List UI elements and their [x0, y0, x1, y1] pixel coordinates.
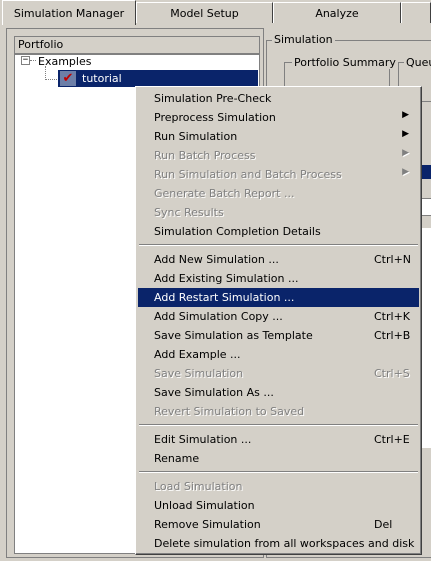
menu-item-shortcut: Ctrl+K: [374, 310, 411, 323]
menu-item-sync-results[interactable]: Sync Results: [138, 203, 419, 222]
submenu-arrow-icon: ▶: [402, 129, 409, 139]
menu-item-label: Run Simulation: [154, 130, 238, 143]
menu-item-label: Preprocess Simulation: [154, 111, 276, 124]
menu-item-run-batch-process[interactable]: Run Batch Process ▶: [138, 146, 419, 165]
menu-item-label: Delete simulation from all workspaces an…: [154, 537, 415, 550]
menu-item-label: Save Simulation: [154, 367, 244, 380]
tab-simulation-manager[interactable]: Simulation Manager: [2, 0, 136, 25]
menu-item-shortcut: Ctrl+S: [374, 367, 410, 380]
menu-item-simulation-completion-details[interactable]: Simulation Completion Details: [138, 222, 419, 241]
submenu-arrow-icon: ▶: [402, 110, 409, 120]
menu-item-label: Simulation Pre-Check: [154, 92, 272, 105]
menu-item-shortcut: Ctrl+E: [374, 433, 410, 446]
menu-item-simulation-pre-check[interactable]: Simulation Pre-Check: [138, 89, 419, 108]
tab-overflow: [401, 2, 431, 23]
tab-model-setup[interactable]: Model Setup: [136, 2, 273, 23]
tree-connector: [30, 60, 36, 61]
menu-item-save-simulation[interactable]: Save Simulation Ctrl+S: [138, 364, 419, 383]
tree-connector: [45, 79, 57, 80]
menu-item-label: Add New Simulation ...: [154, 253, 279, 266]
menu-item-shortcut: Ctrl+B: [374, 329, 411, 342]
menu-item-label: Run Simulation and Batch Process: [154, 168, 342, 181]
menu-item-preprocess-simulation[interactable]: Preprocess Simulation ▶: [138, 108, 419, 127]
menu-item-delete-simulation[interactable]: Delete simulation from all workspaces an…: [138, 534, 419, 553]
menu-item-label: Rename: [154, 452, 200, 465]
context-menu: Simulation Pre-Check Preprocess Simulati…: [135, 86, 422, 555]
menu-item-edit-simulation[interactable]: Edit Simulation ... Ctrl+E: [138, 430, 419, 449]
menu-item-label: Add Existing Simulation ...: [154, 272, 299, 285]
menu-item-add-new-simulation[interactable]: Add New Simulation ... Ctrl+N: [138, 250, 419, 269]
menu-item-add-restart-simulation[interactable]: Add Restart Simulation ...: [138, 288, 419, 307]
tree-node-label: tutorial: [82, 72, 122, 85]
menu-item-label: Sync Results: [154, 206, 224, 219]
menu-item-revert-simulation[interactable]: Revert Simulation to Saved: [138, 402, 419, 421]
submenu-arrow-icon: ▶: [402, 148, 409, 158]
menu-item-add-simulation-copy[interactable]: Add Simulation Copy ... Ctrl+K: [138, 307, 419, 326]
menu-item-label: Unload Simulation: [154, 499, 255, 512]
checkmark-icon: ✔: [60, 71, 76, 86]
menu-separator: [139, 244, 418, 246]
submenu-arrow-icon: ▶: [402, 167, 409, 177]
menu-item-label: Save Simulation As ...: [154, 386, 274, 399]
menu-item-label: Remove Simulation: [154, 518, 261, 531]
collapse-icon[interactable]: −: [21, 56, 30, 65]
menu-item-label: Revert Simulation to Saved: [154, 405, 305, 418]
menu-item-load-simulation[interactable]: Load Simulation: [138, 477, 419, 496]
portfolio-header: Portfolio: [14, 36, 260, 54]
menu-item-save-simulation-as-template[interactable]: Save Simulation as Template Ctrl+B: [138, 326, 419, 345]
menu-item-label: Edit Simulation ...: [154, 433, 252, 446]
menu-item-label: Add Restart Simulation ...: [154, 291, 295, 304]
menu-item-add-example[interactable]: Add Example ...: [138, 345, 419, 364]
queue-title: Queu: [404, 56, 431, 69]
menu-item-run-simulation[interactable]: Run Simulation ▶: [138, 127, 419, 146]
menu-item-label: Run Batch Process: [154, 149, 256, 162]
menu-item-label: Save Simulation as Template: [154, 329, 313, 342]
menu-item-save-simulation-as[interactable]: Save Simulation As ...: [138, 383, 419, 402]
menu-separator: [139, 471, 418, 473]
menu-item-label: Add Example ...: [154, 348, 241, 361]
menu-item-unload-simulation[interactable]: Unload Simulation: [138, 496, 419, 515]
menu-item-label: Generate Batch Report ...: [154, 187, 295, 200]
menu-item-add-existing-simulation[interactable]: Add Existing Simulation ...: [138, 269, 419, 288]
tree-node-examples[interactable]: Examples: [38, 55, 91, 68]
menu-item-run-simulation-and-batch[interactable]: Run Simulation and Batch Process ▶: [138, 165, 419, 184]
tab-analyze[interactable]: Analyze: [273, 2, 401, 23]
menu-item-rename[interactable]: Rename: [138, 449, 419, 468]
menu-item-label: Simulation Completion Details: [154, 225, 321, 238]
portfolio-summary-title: Portfolio Summary: [292, 56, 398, 69]
menu-item-remove-simulation[interactable]: Remove Simulation Del: [138, 515, 419, 534]
menu-item-label: Load Simulation: [154, 480, 243, 493]
menu-item-label: Add Simulation Copy ...: [154, 310, 283, 323]
menu-item-shortcut: Ctrl+N: [374, 253, 412, 266]
tab-bar: Simulation Manager Model Setup Analyze: [0, 0, 431, 25]
menu-separator: [139, 424, 418, 426]
simulation-group-title: Simulation: [272, 33, 335, 46]
tree-connector: [45, 66, 46, 80]
menu-item-generate-batch-report[interactable]: Generate Batch Report ...: [138, 184, 419, 203]
menu-item-shortcut: Del: [374, 518, 393, 531]
tree-node-selected[interactable]: ✔ tutorial: [58, 70, 258, 87]
